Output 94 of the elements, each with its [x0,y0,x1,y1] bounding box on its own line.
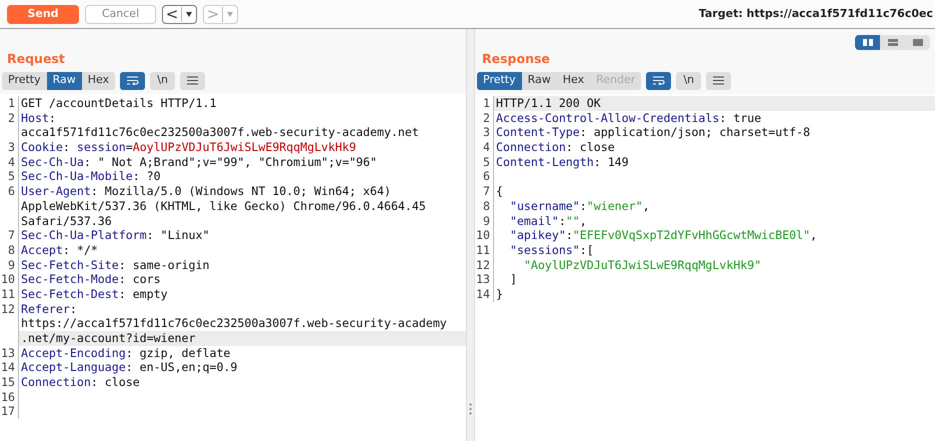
code-line: } [495,286,504,302]
code-line: Safari/537.36 [20,214,113,228]
wrap-toggle[interactable] [646,72,672,90]
code-line: "AoylUPzVDJuT6JwiSLwE9RqqMgLvkHk9" [522,258,762,272]
code-editor[interactable] [0,94,466,441]
code-line: "sessions":[ [508,242,595,258]
grip-icon [469,403,472,415]
code-line: https://acca1f571fd11c76c0ec232500a3007f.web-security-academy [20,316,448,331]
back-button[interactable]: < [162,4,197,24]
cancel-button[interactable]: Cancel [85,4,156,24]
line-number: 14 [1,360,15,374]
code-line: Connection: close [495,140,616,155]
code-line: "username":"wiener", [508,198,651,214]
layout-button[interactable] [880,35,905,50]
code-line: Connection: close [20,375,141,390]
line-number: 2 [8,110,15,125]
line-number: 11 [1,286,15,301]
code-line: Sec-Fetch-Dest: empty [20,286,169,302]
code-line: Sec-Fetch-Mode: cors [20,272,162,287]
line-number: 12 [1,302,15,316]
menu-icon [187,76,198,85]
line-number: 15 [1,375,15,390]
code-line: Sec-Ch-Ua-Platform: "Linux" [20,228,210,243]
wrap-toggle[interactable] [120,72,146,90]
wrap-icon [652,76,665,85]
wrap-icon [126,76,139,85]
code-line: Access-Control-Allow-Credentials: true [495,110,762,126]
view-tab[interactable]: Raw [46,72,82,90]
stacked-layout-icon [888,39,898,46]
line-number: 8 [8,242,15,257]
code-line: "email":"", [508,214,588,228]
code-line: Cookie: session=AoylUPzVDJuT6JwiSLwE9RqqMgLvkHk9 [20,140,358,155]
pane-title: Request [7,51,65,66]
menu-toggle[interactable] [180,72,206,90]
code-line: acca1f571fd11c76c0ec232500a3007f.web-security-academy.net [20,125,420,140]
code-line: "apikey":"EFEFv0VqSxpT2dYFvHhGGcwtMwicBE0l", [508,228,818,243]
view-tab[interactable]: Pretty [477,72,522,90]
line-number: 7 [483,184,490,198]
line-number: 11 [476,242,490,257]
caret-icon [186,12,192,16]
line-number: 1 [483,96,490,110]
line-number: 12 [476,258,490,272]
code-line: Accept-Language: en-US,en;q=0.9 [20,360,238,376]
line-number: 9 [483,214,490,228]
line-number: 13 [1,346,15,360]
line-number: 5 [483,154,490,169]
code-line: Accept: */* [20,242,99,258]
code-line: Content-Type: application/json; charset=utf-8 [495,125,812,140]
line-number: 16 [1,390,15,404]
line-number: 10 [476,228,490,242]
line-number: 10 [1,272,15,286]
newline-toggle[interactable]: \n [676,72,702,90]
code-line: Sec-Fetch-Site: same-origin [20,258,210,272]
splitter-handle[interactable] [466,29,475,441]
menu-toggle[interactable] [706,72,732,90]
target-url: Target: https://acca1f571fd11c76c0ec [698,6,934,22]
code-line: Referer: [20,302,78,316]
code-line: User-Agent: Mozilla/5.0 (Windows NT 10.0; Win64; x64) [20,184,392,199]
line-number: 6 [8,184,15,198]
code-line: Host: [20,110,57,126]
line-number: 9 [8,258,15,272]
view-tab[interactable]: Hex [82,72,116,90]
code-line: Content-Length: 149 [495,154,630,170]
line-number: 13 [476,272,490,286]
line-number: 6 [483,169,490,184]
layout-button[interactable] [905,35,930,50]
line-number: 17 [1,404,15,418]
line-number: 3 [483,125,490,140]
view-tab[interactable]: Raw [522,72,557,90]
layout-button[interactable] [855,35,880,50]
code-line: AppleWebKit/537.36 (KHTML, like Gecko) Chrome/96.0.4664.45 [20,198,427,214]
newline-toggle[interactable]: \n [150,72,176,90]
line-number: 5 [8,169,15,184]
code-line: GET /accountDetails HTTP/1.1 [20,96,218,111]
code-line: Sec-Ch-Ua-Mobile: ?0 [20,169,162,184]
pane-title: Response [482,51,550,66]
code-line: Accept-Encoding: gzip, deflate [20,346,232,360]
line-number: 3 [8,140,15,154]
code-line: ] [508,272,518,287]
code-line: { [495,184,504,199]
line-number: 2 [483,110,490,125]
line-number: 4 [8,154,15,169]
caret-icon [227,12,233,16]
view-tab[interactable]: Hex [556,72,590,90]
line-number: 8 [483,198,490,213]
line-number: 1 [8,96,15,110]
line-number: 14 [476,286,490,301]
split-layout-icon [862,39,872,46]
single-layout-icon [912,39,922,46]
view-tab[interactable]: Pretty [2,72,47,90]
line-number: 7 [8,228,15,242]
line-number: 4 [483,140,490,154]
menu-icon [713,76,724,85]
code-line: Sec-Ch-Ua: " Not A;Brand";v="99", "Chromium";v="96" [20,154,378,170]
